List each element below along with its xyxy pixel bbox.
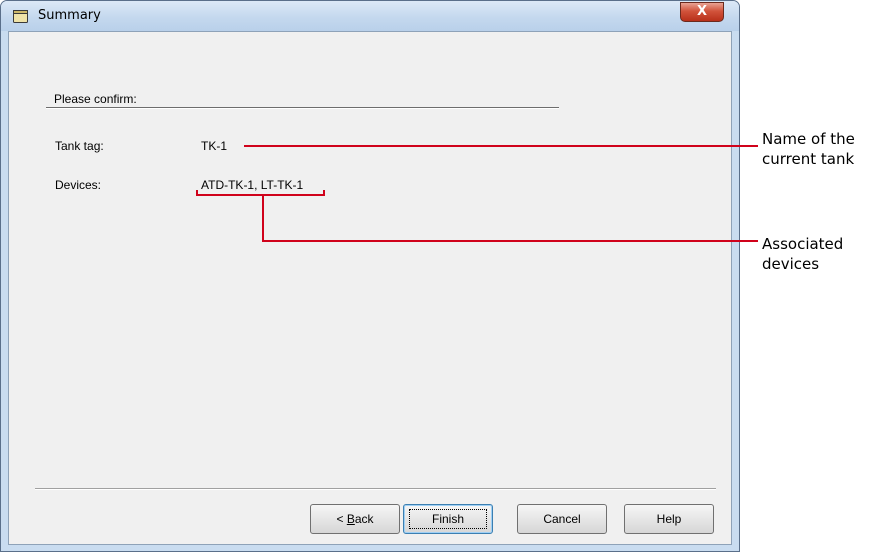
devices-callout-stem: [262, 195, 264, 242]
title-bar[interactable]: Summary X: [1, 1, 739, 31]
tank-tag-label: Tank tag:: [55, 139, 104, 153]
back-label-rest: ack: [354, 512, 374, 526]
tank-name-annotation-line1: Name of the: [762, 130, 855, 148]
tank-tag-value: TK-1: [201, 139, 228, 153]
close-button[interactable]: X: [680, 2, 724, 22]
window-title: Summary: [38, 8, 101, 23]
focus-ring: [409, 509, 487, 529]
tank-name-annotation: Name of the current tank: [762, 129, 855, 169]
devices-annotation-line1: Associated: [762, 235, 844, 253]
tank-icon: [12, 8, 29, 24]
confirm-heading: Please confirm:: [54, 92, 137, 106]
cancel-label: Cancel: [543, 512, 581, 526]
devices-bracket-right: [323, 190, 325, 196]
devices-callout-line: [262, 240, 758, 242]
devices-value: ATD-TK-1, LT-TK-1: [201, 178, 304, 192]
help-label: Help: [656, 512, 682, 526]
close-icon: X: [696, 4, 708, 19]
tank-name-annotation-line2: current tank: [762, 150, 855, 168]
help-button[interactable]: Help: [624, 504, 714, 534]
devices-annotation: Associated devices: [762, 234, 843, 274]
back-label-prefix: <: [336, 512, 347, 526]
devices-label: Devices:: [55, 178, 102, 192]
tank-callout-line: [244, 145, 758, 147]
summary-window: Summary X Please confirm: Tank tag: TK-1…: [0, 0, 740, 552]
heading-divider: [46, 107, 559, 109]
finish-button[interactable]: Finish: [403, 504, 493, 534]
cancel-button[interactable]: Cancel: [517, 504, 607, 534]
devices-annotation-line2: devices: [762, 255, 820, 273]
back-button[interactable]: < Back: [310, 504, 400, 534]
back-label-mnemonic: B: [346, 512, 355, 526]
button-divider: [35, 488, 716, 490]
devices-bracket-base: [196, 194, 325, 196]
